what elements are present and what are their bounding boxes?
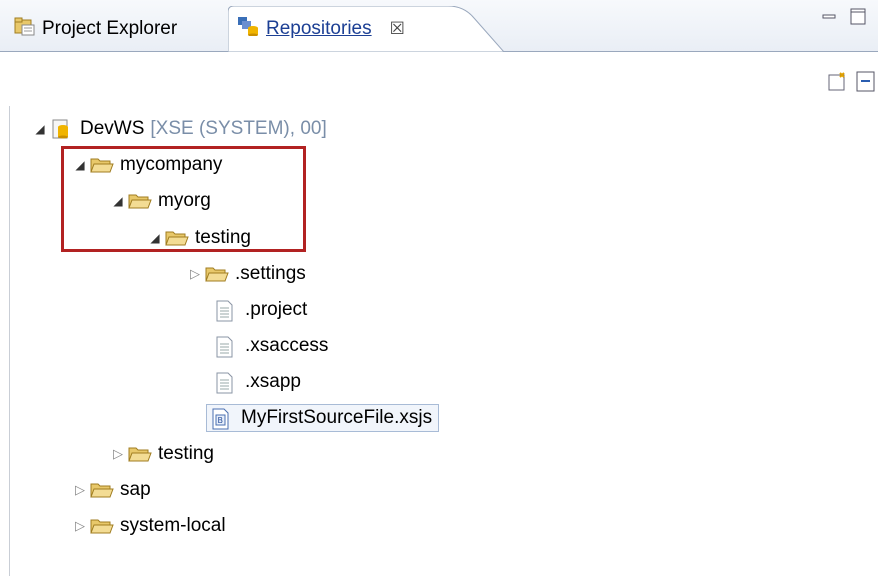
view-toolbar xyxy=(0,52,878,106)
tree-node-source-file[interactable]: B MyFirstSourceFile.xsjs xyxy=(206,401,440,435)
folder-icon xyxy=(90,516,114,536)
selected-item[interactable]: B MyFirstSourceFile.xsjs xyxy=(206,404,440,432)
tree-node-xsaccess[interactable]: .xsaccess xyxy=(215,329,328,363)
settings-label: .settings xyxy=(235,263,306,284)
tree-node-system-local[interactable]: ▷ system-local xyxy=(70,509,226,543)
expanded-arrow-icon[interactable]: ◢ xyxy=(30,122,50,136)
tree-node-settings[interactable]: ▷ .settings xyxy=(185,257,306,291)
folder-icon xyxy=(128,444,152,464)
tab-project-explorer-label: Project Explorer xyxy=(42,17,178,39)
folder-icon xyxy=(90,480,114,500)
collapsed-arrow-icon[interactable]: ▷ xyxy=(108,446,128,462)
svg-text:B: B xyxy=(218,416,224,425)
tree-node-testing-outer[interactable]: ▷ testing xyxy=(108,437,214,471)
folder-icon xyxy=(205,264,229,284)
xsapp-label: .xsapp xyxy=(245,371,301,392)
collapsed-arrow-icon[interactable]: ▷ xyxy=(185,266,205,282)
file-icon xyxy=(215,336,237,358)
project-label: .project xyxy=(245,299,308,320)
tab-project-explorer[interactable]: Project Explorer xyxy=(6,6,226,51)
system-local-label: system-local xyxy=(120,515,226,536)
xsjs-file-icon: B xyxy=(211,408,233,430)
new-repository-icon[interactable] xyxy=(828,72,848,98)
repositories-icon xyxy=(236,16,260,42)
maximize-icon[interactable] xyxy=(850,8,866,32)
file-icon xyxy=(215,372,237,394)
source-file-label: MyFirstSourceFile.xsjs xyxy=(241,407,433,428)
collapse-all-icon[interactable] xyxy=(856,71,876,99)
database-icon xyxy=(50,119,72,139)
sap-label: sap xyxy=(120,479,151,500)
tree-node-project[interactable]: .project xyxy=(215,293,307,327)
xsaccess-label: .xsaccess xyxy=(245,335,329,356)
devws-decoration: [XSE (SYSTEM), 00] xyxy=(150,118,327,139)
tree-node-sap[interactable]: ▷ sap xyxy=(70,473,151,507)
testing-outer-label: testing xyxy=(158,443,214,464)
tab-repositories-label: Repositories xyxy=(266,17,372,39)
close-tab-icon[interactable]: ☒ xyxy=(390,19,405,39)
tab-repositories[interactable]: Repositories ☒ xyxy=(228,6,518,52)
collapsed-arrow-icon[interactable]: ▷ xyxy=(70,482,90,498)
devws-label: DevWS xyxy=(80,118,145,139)
tree-node-xsapp[interactable]: .xsapp xyxy=(215,365,301,399)
highlight-box xyxy=(61,146,306,252)
tree-node-devws[interactable]: ◢ DevWS [XSE (SYSTEM), 00] xyxy=(30,112,327,146)
project-explorer-icon xyxy=(14,16,36,42)
collapsed-arrow-icon[interactable]: ▷ xyxy=(70,518,90,534)
file-icon xyxy=(215,300,237,322)
minimize-icon[interactable] xyxy=(822,8,836,30)
